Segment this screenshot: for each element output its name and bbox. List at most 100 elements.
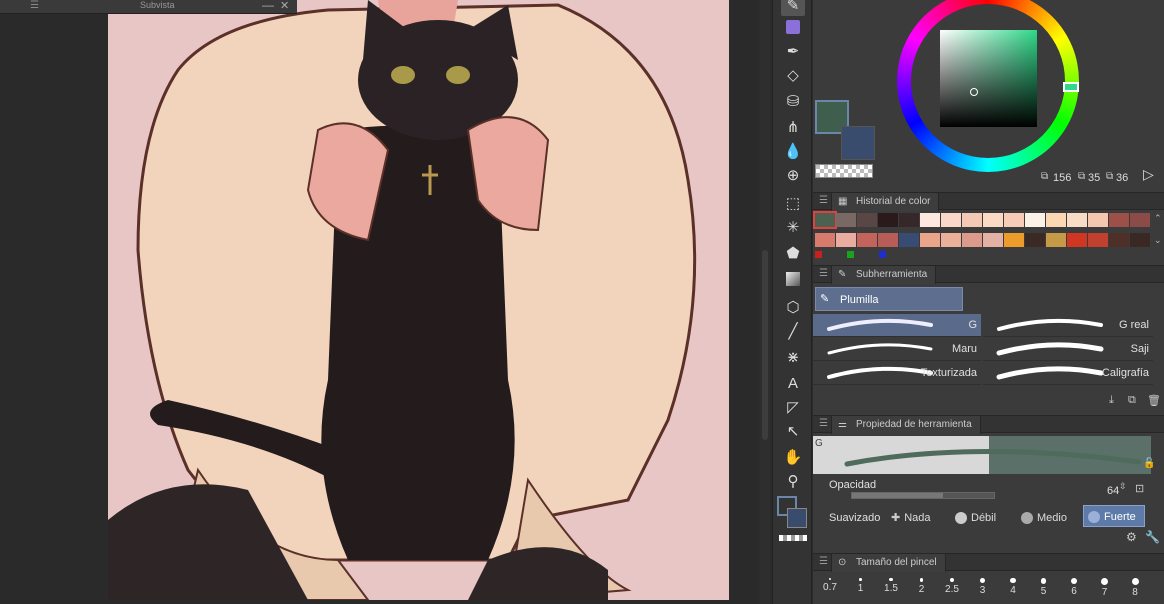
brush-g[interactable]: G (813, 314, 981, 337)
magic-wand-icon[interactable]: ✳ (781, 216, 805, 238)
subview-panel-header[interactable]: ☰ Subvista — ✕ (0, 0, 297, 14)
eraser-tool-icon[interactable]: ◇ (781, 64, 805, 86)
gradient-tool-icon[interactable] (781, 268, 805, 290)
color-history-swatch[interactable] (1088, 213, 1108, 227)
color-history-swatch[interactable] (941, 213, 961, 227)
transparent-swatch[interactable] (815, 164, 873, 178)
saturation-value-square[interactable] (940, 30, 1037, 127)
brush-size-option[interactable]: 7 (1090, 578, 1120, 598)
line-tool-icon[interactable]: ╱ (781, 320, 805, 342)
brush-size-option[interactable]: 8 (1120, 578, 1150, 598)
selection-tool-icon[interactable]: ⬚ (781, 192, 805, 214)
color-history-swatch[interactable] (920, 233, 940, 247)
color-history-header[interactable]: ☰ ▦ Historial de color (813, 192, 1164, 211)
color-history-swatch[interactable] (899, 213, 919, 227)
canvas-area[interactable] (0, 0, 758, 604)
brush-size-option[interactable]: 3 (968, 578, 998, 596)
color-history-swatch[interactable] (1109, 213, 1129, 227)
hamburger-icon[interactable]: ☰ (30, 0, 39, 12)
hand-tool-icon[interactable]: ✋ (781, 446, 805, 468)
eyedropper-tool-icon[interactable]: ⚲ (781, 470, 805, 492)
minimize-icon[interactable]: — (262, 0, 274, 12)
color-history-swatch[interactable] (1004, 233, 1024, 247)
tab-subtool[interactable]: ✎ Subherramienta (831, 266, 937, 284)
brush-saji[interactable]: Saji (983, 338, 1153, 361)
tool-property-header[interactable]: ☰ ⚌ Propiedad de herramienta (813, 415, 1164, 434)
color-history-swatch[interactable] (836, 213, 856, 227)
color-history-swatch[interactable] (1025, 213, 1045, 227)
color-history-swatch[interactable] (962, 233, 982, 247)
blend-tool-icon[interactable]: ⛁ (781, 90, 805, 112)
color-history-swatch[interactable] (1088, 233, 1108, 247)
brush-size-option[interactable]: 0.7 (815, 578, 845, 593)
chevron-down-icon[interactable]: ⌄ (1154, 235, 1162, 246)
blur-tool-icon[interactable]: 💧 (781, 140, 805, 162)
fill-tool-icon[interactable]: ⬟ (781, 242, 805, 264)
color-history-swatch[interactable] (920, 213, 940, 227)
color-picker-cursor[interactable] (970, 88, 978, 96)
smoothing-strong[interactable]: Fuerte (1083, 505, 1145, 527)
subtool-group-plumilla[interactable]: ✎ Plumilla (815, 287, 963, 311)
color-history-swatch[interactable] (962, 213, 982, 227)
play-icon[interactable]: ▷ (1143, 166, 1154, 183)
color-history-swatch[interactable] (1046, 213, 1066, 227)
color-history-swatch[interactable] (1004, 213, 1024, 227)
brush-size-option[interactable]: 5 (1029, 578, 1059, 597)
brush-size-header[interactable]: ☰ ⊙ Tamaño del pincel (813, 553, 1164, 572)
duplicate-icon[interactable]: ⧉ (1128, 394, 1136, 407)
brush-g-real[interactable]: G real (983, 314, 1153, 337)
tab-color-history[interactable]: ▦ Historial de color (831, 193, 940, 211)
color-history-swatch[interactable] (857, 213, 877, 227)
sub-color-indicator[interactable] (787, 508, 807, 528)
transparent-color-icon[interactable] (779, 535, 807, 541)
frame-tool-icon[interactable]: ⋇ (781, 346, 805, 368)
recent-color-dot[interactable] (847, 251, 854, 258)
hamburger-icon[interactable]: ☰ (819, 195, 828, 206)
tab-brush-size[interactable]: ⊙ Tamaño del pincel (831, 554, 946, 572)
opacity-value[interactable]: 64 (1107, 485, 1119, 497)
color-history-swatch[interactable] (1067, 213, 1087, 227)
airbrush-tool-icon[interactable]: ✒ (781, 40, 805, 62)
decoration-tool-icon[interactable]: ⋔ (781, 116, 805, 138)
marker-tool-icon[interactable] (781, 16, 805, 38)
brush-size-option[interactable]: 2 (907, 578, 937, 595)
balloon-tool-icon[interactable]: ◸ (781, 396, 805, 418)
brush-size-option[interactable]: 6 (1059, 578, 1089, 597)
color-history-swatch[interactable] (878, 213, 898, 227)
brush-size-option[interactable]: 1 (846, 578, 876, 594)
color-history-swatch[interactable] (878, 233, 898, 247)
canvas-vertical-scrollbar[interactable] (760, 0, 770, 604)
download-icon[interactable]: ⤓ (1109, 394, 1114, 407)
grid-tool-icon[interactable]: ⊕ (781, 164, 805, 186)
color-history-swatch[interactable] (941, 233, 961, 247)
color-history-swatch[interactable] (1130, 233, 1150, 247)
recent-color-dot[interactable] (879, 251, 886, 258)
object-tool-icon[interactable]: ⬡ (781, 296, 805, 318)
tab-tool-property[interactable]: ⚌ Propiedad de herramienta (831, 416, 981, 434)
trash-icon[interactable]: 🗑 (1147, 394, 1161, 407)
pen-tool-icon[interactable]: ✎ (781, 0, 805, 16)
smoothing-medium[interactable]: Medio (1021, 508, 1067, 528)
brush-size-option[interactable]: 1.5 (876, 578, 906, 594)
color-history-swatch[interactable] (1109, 233, 1129, 247)
color-history-swatch[interactable] (813, 211, 837, 229)
color-history-swatch[interactable] (815, 233, 835, 247)
recent-color-dot[interactable] (815, 251, 822, 258)
opacity-slider[interactable] (851, 492, 995, 499)
wrench-icon[interactable]: 🔧 (1145, 530, 1160, 544)
ruler-tool-icon[interactable]: ↖ (781, 420, 805, 442)
brush-caligrafia[interactable]: Caligrafía (983, 362, 1153, 385)
artwork[interactable] (108, 0, 729, 600)
brush-size-option[interactable]: 2.5 (937, 578, 967, 595)
smoothing-weak[interactable]: Débil (955, 508, 996, 528)
brush-texturizada[interactable]: Texturizada (813, 362, 981, 385)
scrollbar-thumb[interactable] (762, 250, 768, 440)
color-history-swatch[interactable] (857, 233, 877, 247)
link-icon[interactable]: ⊡ (1135, 482, 1144, 495)
hamburger-icon[interactable]: ☰ (819, 556, 828, 567)
smoothing-none[interactable]: ✚ Nada (891, 508, 931, 528)
text-tool-icon[interactable]: A (781, 372, 805, 394)
settings-icon[interactable]: ⚙ (1126, 530, 1137, 544)
color-history-swatch[interactable] (983, 213, 1003, 227)
color-history-swatch[interactable] (836, 233, 856, 247)
